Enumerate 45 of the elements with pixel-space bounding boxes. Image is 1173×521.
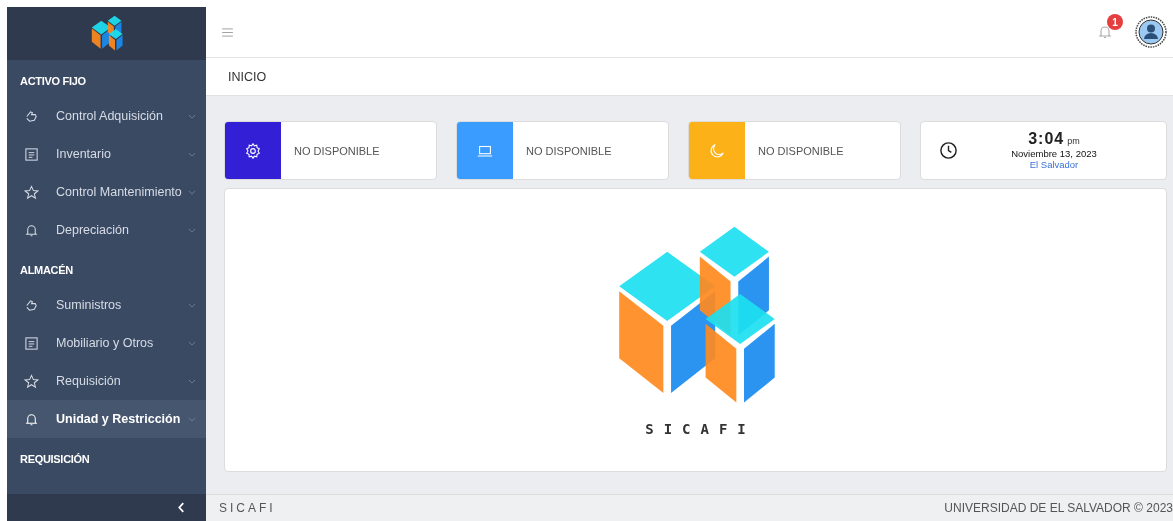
sidebar-item[interactable]: Unidad y Restricción (7, 400, 206, 438)
collapse-icon[interactable] (178, 502, 185, 513)
card-label: NO DISPONIBLE (758, 144, 844, 157)
sidebar-item[interactable]: Suministros (7, 286, 206, 324)
sidebar-item[interactable]: Control Mantenimiento (7, 173, 206, 211)
clock-icon (939, 141, 958, 160)
chevron-icon (188, 340, 196, 346)
star-icon (24, 373, 39, 389)
card-label: NO DISPONIBLE (294, 144, 380, 157)
chevron-icon (188, 189, 196, 195)
bell-icon (24, 222, 39, 238)
chevron-icon (188, 151, 196, 157)
sidebar-item[interactable]: Depreciación (7, 211, 206, 249)
notification-badge: 1 (1107, 14, 1123, 30)
clock-time: 3:04 (1028, 130, 1065, 149)
moon-icon (708, 141, 726, 160)
bell-icon[interactable] (1097, 24, 1113, 40)
section-heading: ALMACÉN (19, 263, 74, 278)
footer-copyright: UNIVERSIDAD DE EL SALVADOR © 2023 (944, 501, 1173, 515)
clock-ampm: pm (1067, 136, 1080, 147)
clock-date: Noviembre 13, 2023 (1011, 148, 1097, 160)
chevron-icon (188, 302, 196, 308)
sidebar-item[interactable]: Inventario (7, 135, 206, 173)
chevron-icon (188, 227, 196, 233)
avatar-icon[interactable] (1135, 16, 1167, 48)
sidebar-item[interactable]: Control Adquisición (7, 97, 206, 135)
clock-location: El Salvador (1029, 159, 1079, 171)
sidebar-item[interactable]: Mobiliario y Otros (7, 324, 206, 362)
chevron-icon (188, 416, 196, 422)
gear-icon (244, 141, 262, 160)
hand-icon (24, 297, 39, 313)
chevron-icon (188, 378, 196, 384)
card-label: NO DISPONIBLE (526, 144, 612, 157)
list-icon (24, 335, 39, 351)
logo-text: SICAFI (644, 421, 756, 437)
sidebar-item[interactable]: Requisición (7, 362, 206, 400)
bell-icon (24, 411, 39, 427)
star-icon (24, 184, 39, 200)
breadcrumb: INICIO (228, 69, 267, 84)
hand-icon (24, 108, 39, 124)
list-icon (24, 146, 39, 162)
section-heading: ACTIVO FIJO (19, 74, 87, 89)
chevron-icon (188, 113, 196, 119)
footer-brand: SICAFI (219, 501, 276, 515)
section-heading: REQUISICIÓN (19, 452, 91, 467)
